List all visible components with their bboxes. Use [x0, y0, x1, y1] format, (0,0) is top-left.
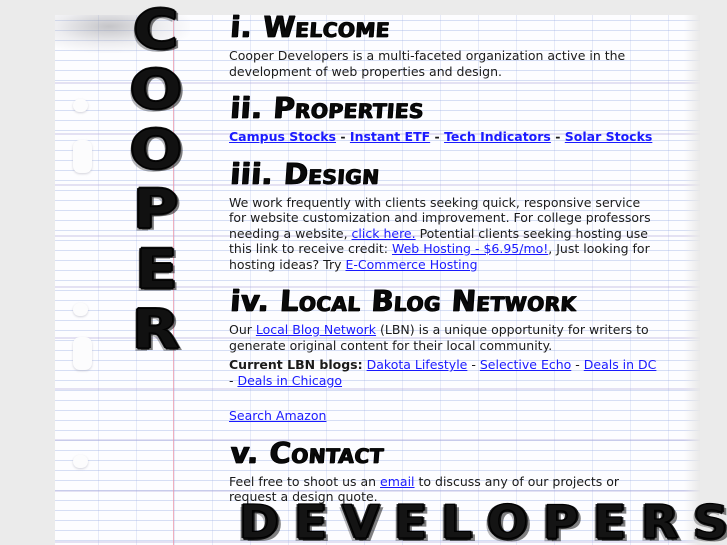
link-dakota-lifestyle[interactable]: Dakota Lifestyle — [367, 357, 468, 372]
link-tech-indicators[interactable]: Tech Indicators — [444, 129, 551, 144]
lbn-blogs-row: Current LBN blogs: Dakota Lifestyle - Se… — [229, 357, 661, 388]
link-separator: - — [571, 357, 584, 372]
heading-properties-text: Properties — [272, 91, 426, 126]
heading-contact: v. Contact — [229, 435, 663, 470]
link-deals-in-chicago[interactable]: Deals in Chicago — [237, 373, 342, 388]
heading-welcome-number: i. — [229, 10, 254, 45]
link-instant-etf[interactable]: Instant ETF — [350, 129, 430, 144]
link-click-here[interactable]: click here. — [352, 226, 416, 241]
heading-lbn-text: Local Blog Network — [278, 284, 578, 319]
link-separator: - — [430, 129, 445, 144]
logo-letter-o1: O — [129, 58, 183, 121]
hole-punch — [73, 99, 88, 112]
heading-local-blog-network: iv. Local Blog Network — [229, 284, 663, 319]
page-edge-shadow — [684, 15, 700, 545]
link-separator: - — [467, 357, 480, 372]
link-email[interactable]: email — [380, 474, 414, 489]
heading-contact-text: Contact — [268, 435, 385, 470]
heading-properties: ii. Properties — [229, 91, 663, 126]
main-content: i. Welcome Cooper Developers is a multi-… — [229, 10, 661, 517]
link-ecommerce-hosting[interactable]: E-Commerce Hosting — [345, 257, 477, 272]
logo-letter-p: P — [133, 178, 180, 241]
heading-welcome-text: Welcome — [261, 10, 392, 45]
heading-contact-number: v. — [229, 435, 261, 470]
contact-text-1: Feel free to shoot us an — [229, 473, 381, 489]
hole-punch — [73, 455, 88, 468]
contact-body: Feel free to shoot us an email to discus… — [229, 474, 661, 505]
link-search-amazon[interactable]: Search Amazon — [229, 408, 326, 423]
link-separator: - — [336, 129, 350, 144]
design-body: We work frequently with clients seeking … — [229, 195, 661, 273]
logo-letter-r: R — [132, 298, 181, 361]
hole-punch — [73, 337, 92, 370]
link-local-blog-network[interactable]: Local Blog Network — [256, 322, 376, 337]
hole-punch — [73, 140, 92, 173]
amazon-link-row: Search Amazon — [229, 408, 661, 424]
vertical-logo-cooper: C O O P E R — [120, 0, 192, 360]
heading-welcome: i. Welcome — [229, 10, 663, 45]
hole-punch — [73, 303, 88, 316]
link-solar-stocks[interactable]: Solar Stocks — [565, 129, 653, 144]
link-deals-in-dc[interactable]: Deals in DC — [584, 357, 657, 372]
heading-lbn-number: iv. — [229, 284, 271, 319]
heading-design: iii. Design — [229, 156, 663, 191]
logo-letter-c: C — [133, 0, 180, 61]
logo-letter-o2: O — [129, 118, 183, 181]
welcome-body: Cooper Developers is a multi-faceted org… — [229, 48, 626, 79]
link-separator: - — [550, 129, 565, 144]
lbn-blogs-label: Current LBN blogs: — [229, 357, 363, 372]
properties-link-row: Campus Stocks - Instant ETF - Tech Indic… — [229, 129, 661, 145]
link-selective-echo[interactable]: Selective Echo — [480, 357, 571, 372]
link-web-hosting[interactable]: Web Hosting - $6.95/mo! — [392, 241, 548, 256]
heading-properties-number: ii. — [229, 91, 264, 126]
heading-design-text: Design — [282, 156, 381, 191]
heading-design-number: iii. — [229, 156, 275, 191]
link-campus-stocks[interactable]: Campus Stocks — [229, 129, 336, 144]
logo-letter-e: E — [134, 238, 178, 301]
lbn-text-1: Our — [229, 322, 256, 337]
lbn-body: Our Local Blog Network (LBN) is a unique… — [229, 322, 661, 353]
